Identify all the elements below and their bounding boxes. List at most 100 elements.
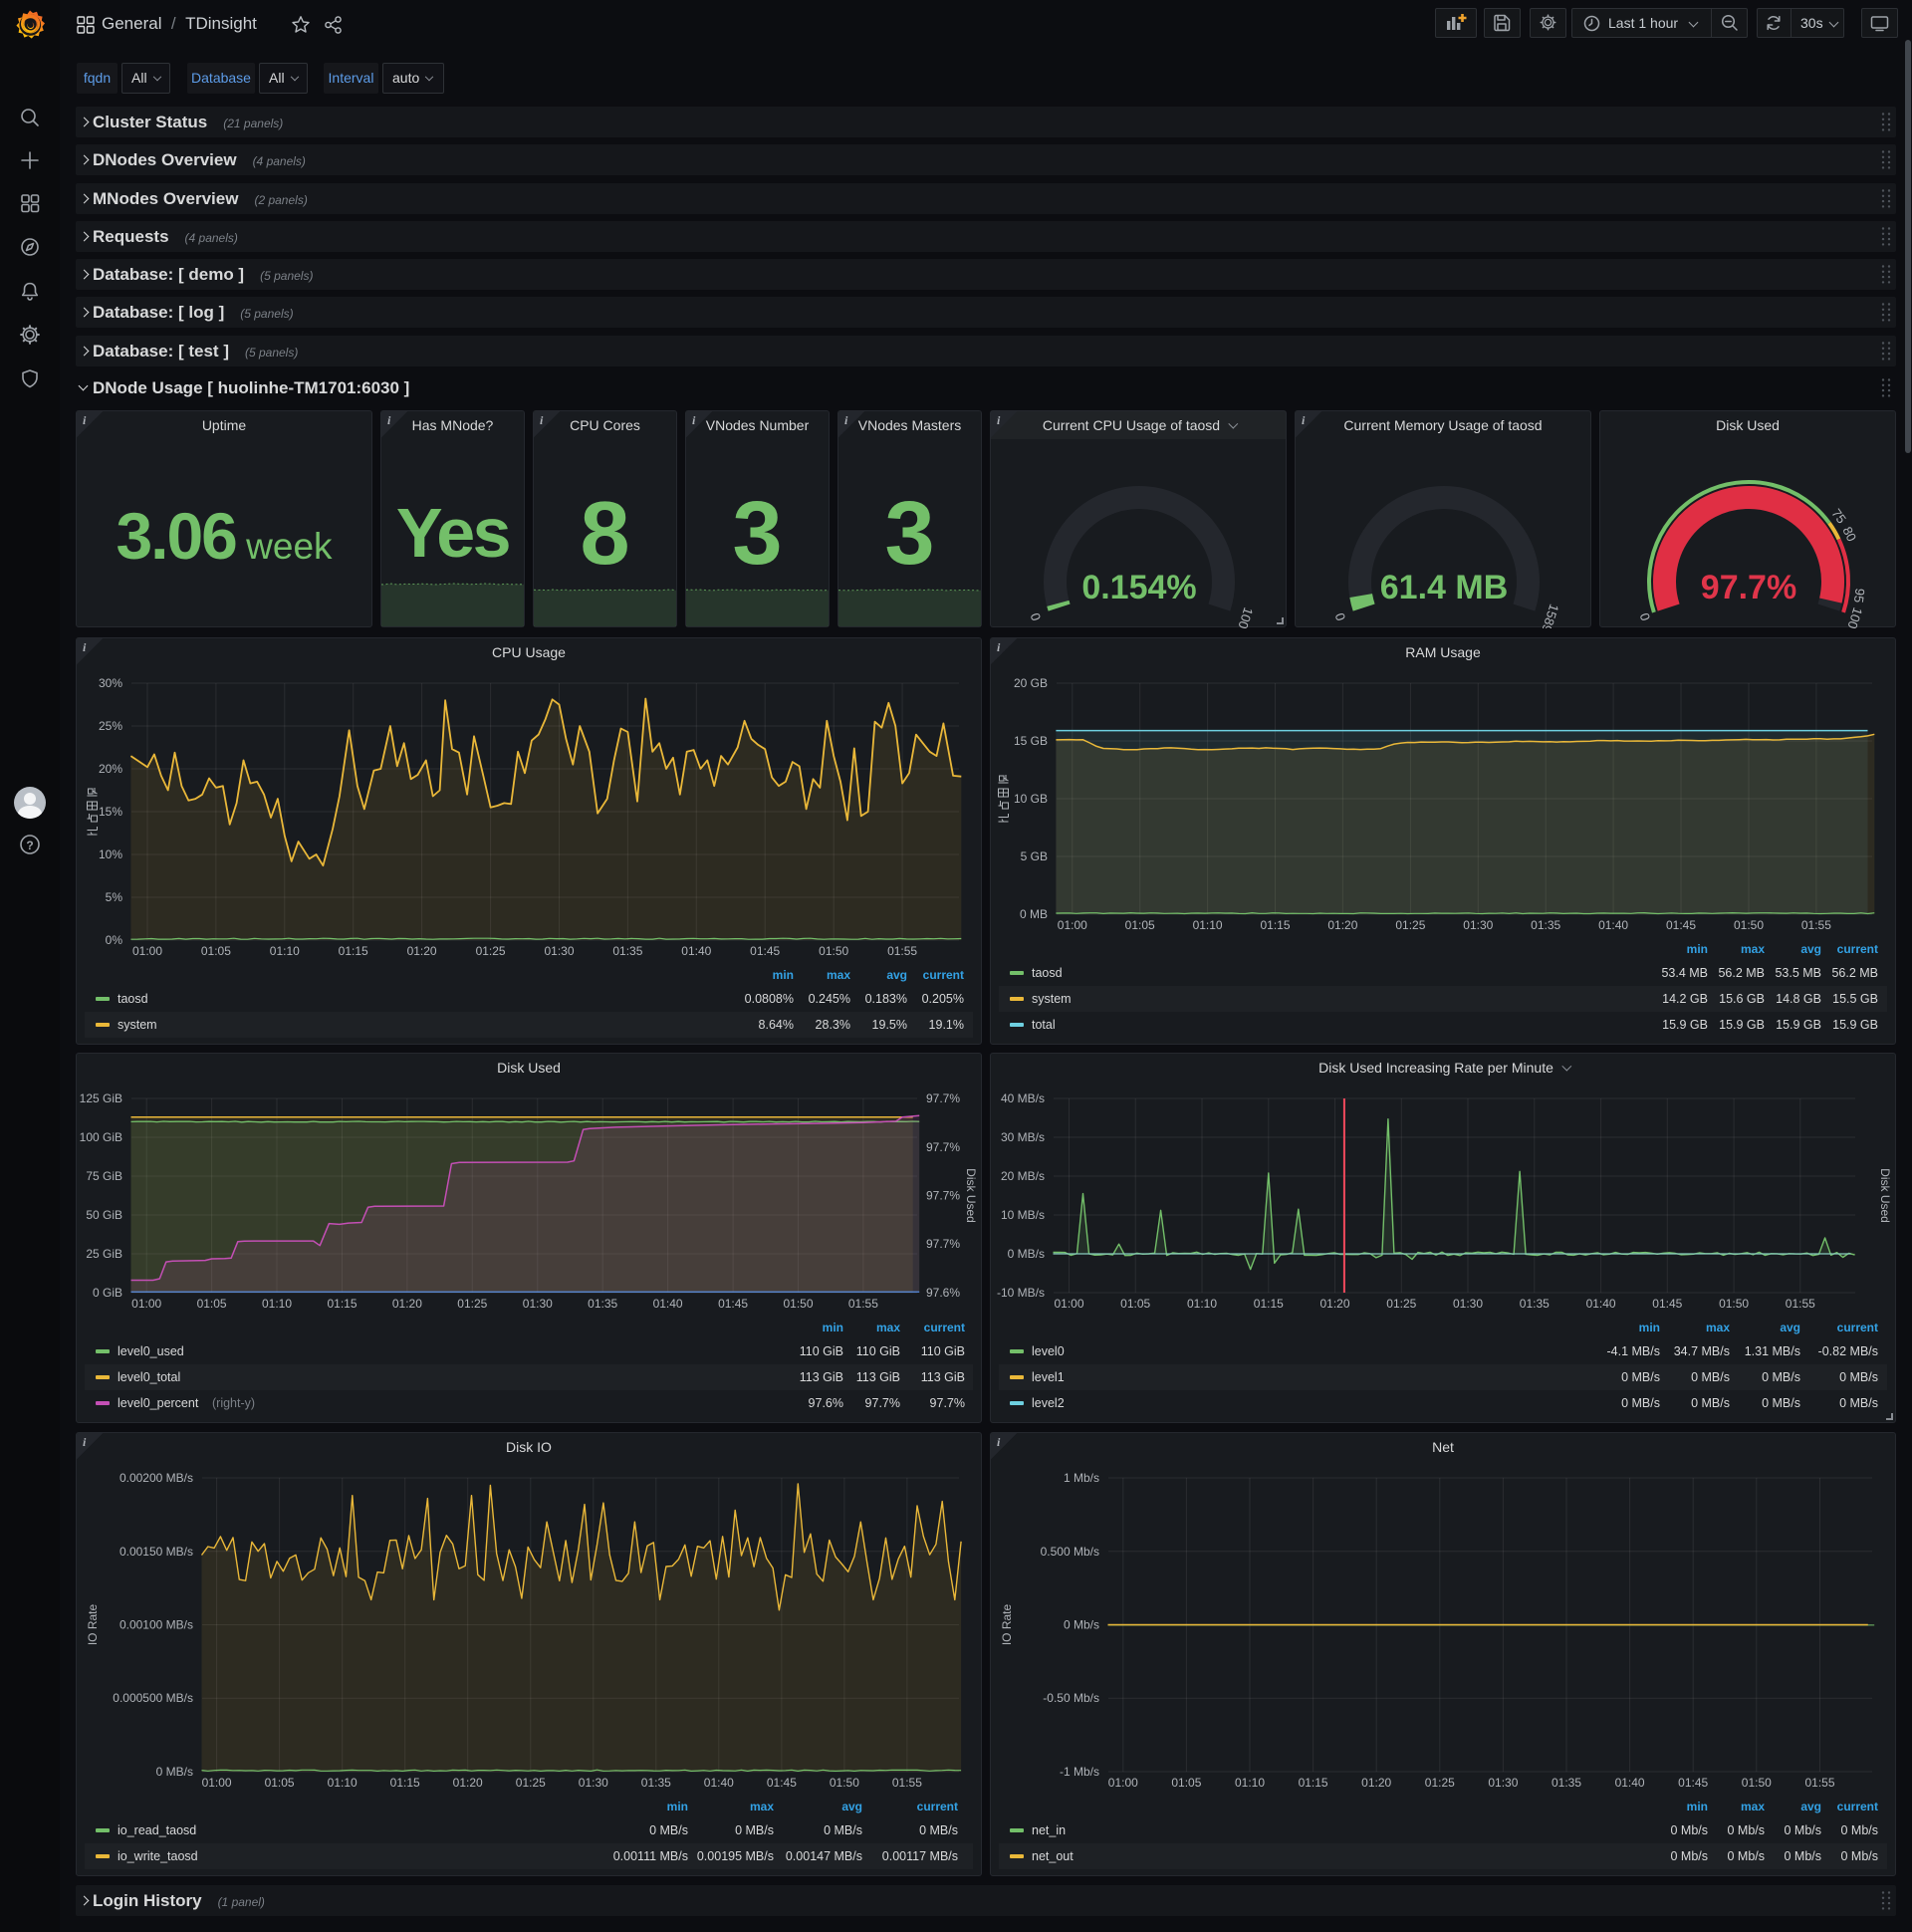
svg-text:0.00100 MB/s: 0.00100 MB/s xyxy=(120,1618,193,1632)
svg-text:01:20: 01:20 xyxy=(392,1297,422,1311)
svg-text:10 GB: 10 GB xyxy=(1014,792,1048,806)
svg-text:0 MB/s: 0 MB/s xyxy=(156,1765,193,1779)
svg-text:01:35: 01:35 xyxy=(1520,1297,1550,1311)
svg-text:01:40: 01:40 xyxy=(681,944,711,958)
svg-text:01:15: 01:15 xyxy=(1260,918,1290,932)
svg-text:01:25: 01:25 xyxy=(1425,1776,1455,1790)
svg-text:01:40: 01:40 xyxy=(704,1776,734,1790)
svg-text:01:50: 01:50 xyxy=(819,944,848,958)
svg-text:01:20: 01:20 xyxy=(453,1776,483,1790)
svg-text:80: 80 xyxy=(1839,525,1859,544)
svg-text:01:55: 01:55 xyxy=(892,1776,922,1790)
svg-text:?: ? xyxy=(26,839,33,852)
svg-text:20 MB/s: 20 MB/s xyxy=(1001,1169,1045,1183)
svg-text:01:05: 01:05 xyxy=(1120,1297,1150,1311)
svg-text:01:05: 01:05 xyxy=(201,944,231,958)
svg-text:01:00: 01:00 xyxy=(132,944,162,958)
svg-text:-1 Mb/s: -1 Mb/s xyxy=(1060,1765,1099,1779)
svg-text:01:25: 01:25 xyxy=(1395,918,1425,932)
svg-text:0 MB/s: 0 MB/s xyxy=(1008,1247,1045,1261)
svg-text:01:10: 01:10 xyxy=(328,1776,358,1790)
svg-text:01:05: 01:05 xyxy=(265,1776,295,1790)
svg-text:01:25: 01:25 xyxy=(457,1297,487,1311)
svg-text:25%: 25% xyxy=(99,719,122,733)
svg-text:01:55: 01:55 xyxy=(887,944,917,958)
svg-text:01:40: 01:40 xyxy=(1615,1776,1645,1790)
svg-text:01:05: 01:05 xyxy=(1125,918,1155,932)
svg-text:20%: 20% xyxy=(99,762,122,776)
svg-text:01:35: 01:35 xyxy=(1552,1776,1581,1790)
svg-text:-10 MB/s: -10 MB/s xyxy=(997,1286,1045,1300)
svg-text:01:35: 01:35 xyxy=(612,944,642,958)
svg-text:01:30: 01:30 xyxy=(1463,918,1493,932)
svg-text:01:10: 01:10 xyxy=(1235,1776,1265,1790)
svg-text:01:35: 01:35 xyxy=(1531,918,1560,932)
svg-text:01:30: 01:30 xyxy=(523,1297,553,1311)
svg-text:01:30: 01:30 xyxy=(544,944,574,958)
svg-text:5%: 5% xyxy=(106,890,123,904)
svg-text:0 MB: 0 MB xyxy=(1020,907,1048,921)
svg-text:97.7%: 97.7% xyxy=(1701,569,1796,606)
svg-text:01:40: 01:40 xyxy=(653,1297,683,1311)
svg-text:01:15: 01:15 xyxy=(390,1776,420,1790)
svg-text:01:45: 01:45 xyxy=(1652,1297,1682,1311)
svg-text:125 GiB: 125 GiB xyxy=(80,1091,122,1105)
svg-text:100: 100 xyxy=(1235,605,1256,628)
svg-text:01:15: 01:15 xyxy=(339,944,368,958)
svg-text:01:20: 01:20 xyxy=(1361,1776,1391,1790)
svg-text:01:00: 01:00 xyxy=(131,1297,161,1311)
svg-text:01:00: 01:00 xyxy=(1058,918,1087,932)
svg-text:1 Mb/s: 1 Mb/s xyxy=(1064,1471,1099,1485)
svg-text:01:30: 01:30 xyxy=(1453,1297,1483,1311)
svg-text:01:00: 01:00 xyxy=(1108,1776,1138,1790)
svg-text:01:00: 01:00 xyxy=(202,1776,232,1790)
svg-text:IO Rate: IO Rate xyxy=(1000,1604,1014,1646)
svg-text:1589: 1589 xyxy=(1539,603,1561,628)
svg-text:01:10: 01:10 xyxy=(262,1297,292,1311)
svg-text:01:55: 01:55 xyxy=(1786,1297,1815,1311)
svg-text:01:05: 01:05 xyxy=(197,1297,227,1311)
svg-text:01:45: 01:45 xyxy=(750,944,780,958)
svg-text:01:20: 01:20 xyxy=(1319,1297,1349,1311)
svg-text:10%: 10% xyxy=(99,847,122,861)
svg-text:01:40: 01:40 xyxy=(1598,918,1628,932)
svg-text:0.00200 MB/s: 0.00200 MB/s xyxy=(120,1471,193,1485)
svg-text:01:40: 01:40 xyxy=(1586,1297,1616,1311)
svg-text:61.4 MB: 61.4 MB xyxy=(1380,569,1509,606)
svg-text:10 MB/s: 10 MB/s xyxy=(1001,1208,1045,1222)
svg-text:01:15: 01:15 xyxy=(1299,1776,1328,1790)
svg-text:01:45: 01:45 xyxy=(767,1776,797,1790)
svg-text:20 GB: 20 GB xyxy=(1014,676,1048,690)
svg-text:0.500 Mb/s: 0.500 Mb/s xyxy=(1041,1545,1099,1559)
svg-text:01:10: 01:10 xyxy=(1187,1297,1217,1311)
svg-text:01:45: 01:45 xyxy=(718,1297,748,1311)
svg-text:01:45: 01:45 xyxy=(1678,1776,1708,1790)
svg-text:75 GiB: 75 GiB xyxy=(86,1169,122,1183)
svg-text:01:50: 01:50 xyxy=(1719,1297,1749,1311)
svg-text:01:15: 01:15 xyxy=(327,1297,357,1311)
svg-text:01:20: 01:20 xyxy=(407,944,437,958)
svg-text:01:15: 01:15 xyxy=(1254,1297,1284,1311)
svg-text:50 GiB: 50 GiB xyxy=(86,1208,122,1222)
svg-text:01:25: 01:25 xyxy=(476,944,506,958)
svg-text:25 GiB: 25 GiB xyxy=(86,1247,122,1261)
svg-text:01:30: 01:30 xyxy=(579,1776,608,1790)
svg-text:0: 0 xyxy=(1028,611,1045,623)
svg-text:01:05: 01:05 xyxy=(1171,1776,1201,1790)
svg-text:0%: 0% xyxy=(106,933,123,947)
svg-text:01:00: 01:00 xyxy=(1054,1297,1083,1311)
svg-text:01:55: 01:55 xyxy=(1801,918,1831,932)
svg-text:97.7%: 97.7% xyxy=(926,1189,960,1203)
svg-text:97.7%: 97.7% xyxy=(926,1237,960,1251)
svg-text:01:25: 01:25 xyxy=(1386,1297,1416,1311)
svg-text:0.00150 MB/s: 0.00150 MB/s xyxy=(120,1545,193,1559)
svg-text:01:10: 01:10 xyxy=(1193,918,1223,932)
svg-text:0 Mb/s: 0 Mb/s xyxy=(1064,1618,1099,1632)
svg-text:Disk Used: Disk Used xyxy=(1878,1168,1892,1223)
svg-text:0: 0 xyxy=(1637,611,1654,623)
svg-text:30 MB/s: 30 MB/s xyxy=(1001,1130,1045,1144)
svg-text:01:50: 01:50 xyxy=(830,1776,859,1790)
svg-text:01:35: 01:35 xyxy=(641,1776,671,1790)
svg-text:0.000500 MB/s: 0.000500 MB/s xyxy=(113,1691,193,1705)
svg-text:01:55: 01:55 xyxy=(848,1297,878,1311)
